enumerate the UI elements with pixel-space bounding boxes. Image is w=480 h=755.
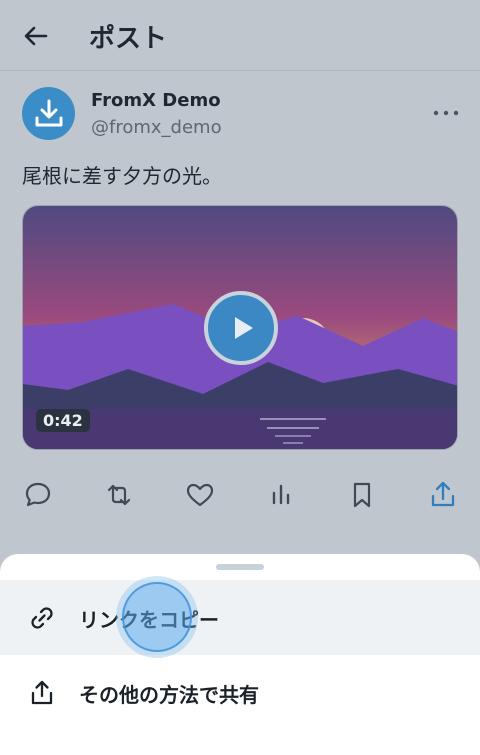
touch-indicator bbox=[122, 582, 192, 652]
bookmark-icon[interactable] bbox=[345, 478, 379, 512]
copy-link-option[interactable]: リンクをコピー bbox=[0, 580, 480, 655]
top-bar: ポスト bbox=[0, 0, 480, 71]
like-icon[interactable] bbox=[183, 478, 217, 512]
share-icon[interactable] bbox=[426, 478, 460, 512]
avatar[interactable] bbox=[22, 87, 75, 140]
sheet-grab-handle[interactable] bbox=[216, 564, 264, 570]
views-icon[interactable] bbox=[264, 478, 298, 512]
share-other-option[interactable]: その他の方法で共有 bbox=[0, 655, 480, 730]
post-actions bbox=[0, 478, 480, 514]
play-icon bbox=[235, 317, 253, 339]
more-options-icon[interactable] bbox=[432, 104, 460, 122]
author-name[interactable]: FromX Demo bbox=[91, 90, 221, 111]
share-icon bbox=[31, 680, 53, 705]
share-sheet: リンクをコピー その他の方法で共有 bbox=[0, 554, 480, 755]
post-text: 尾根に差す夕方の光。 bbox=[22, 164, 222, 188]
play-button[interactable] bbox=[204, 291, 278, 365]
video-duration: 0:42 bbox=[36, 409, 90, 432]
author-handle[interactable]: @fromx_demo bbox=[91, 117, 222, 138]
link-icon bbox=[31, 607, 53, 629]
back-arrow-icon[interactable] bbox=[22, 22, 50, 50]
download-icon bbox=[35, 99, 63, 127]
repost-icon[interactable] bbox=[102, 478, 136, 512]
reply-icon[interactable] bbox=[21, 478, 55, 512]
video-player[interactable]: 0:42 bbox=[22, 205, 458, 450]
page-title: ポスト bbox=[89, 24, 168, 54]
share-other-label: その他の方法で共有 bbox=[79, 683, 259, 707]
